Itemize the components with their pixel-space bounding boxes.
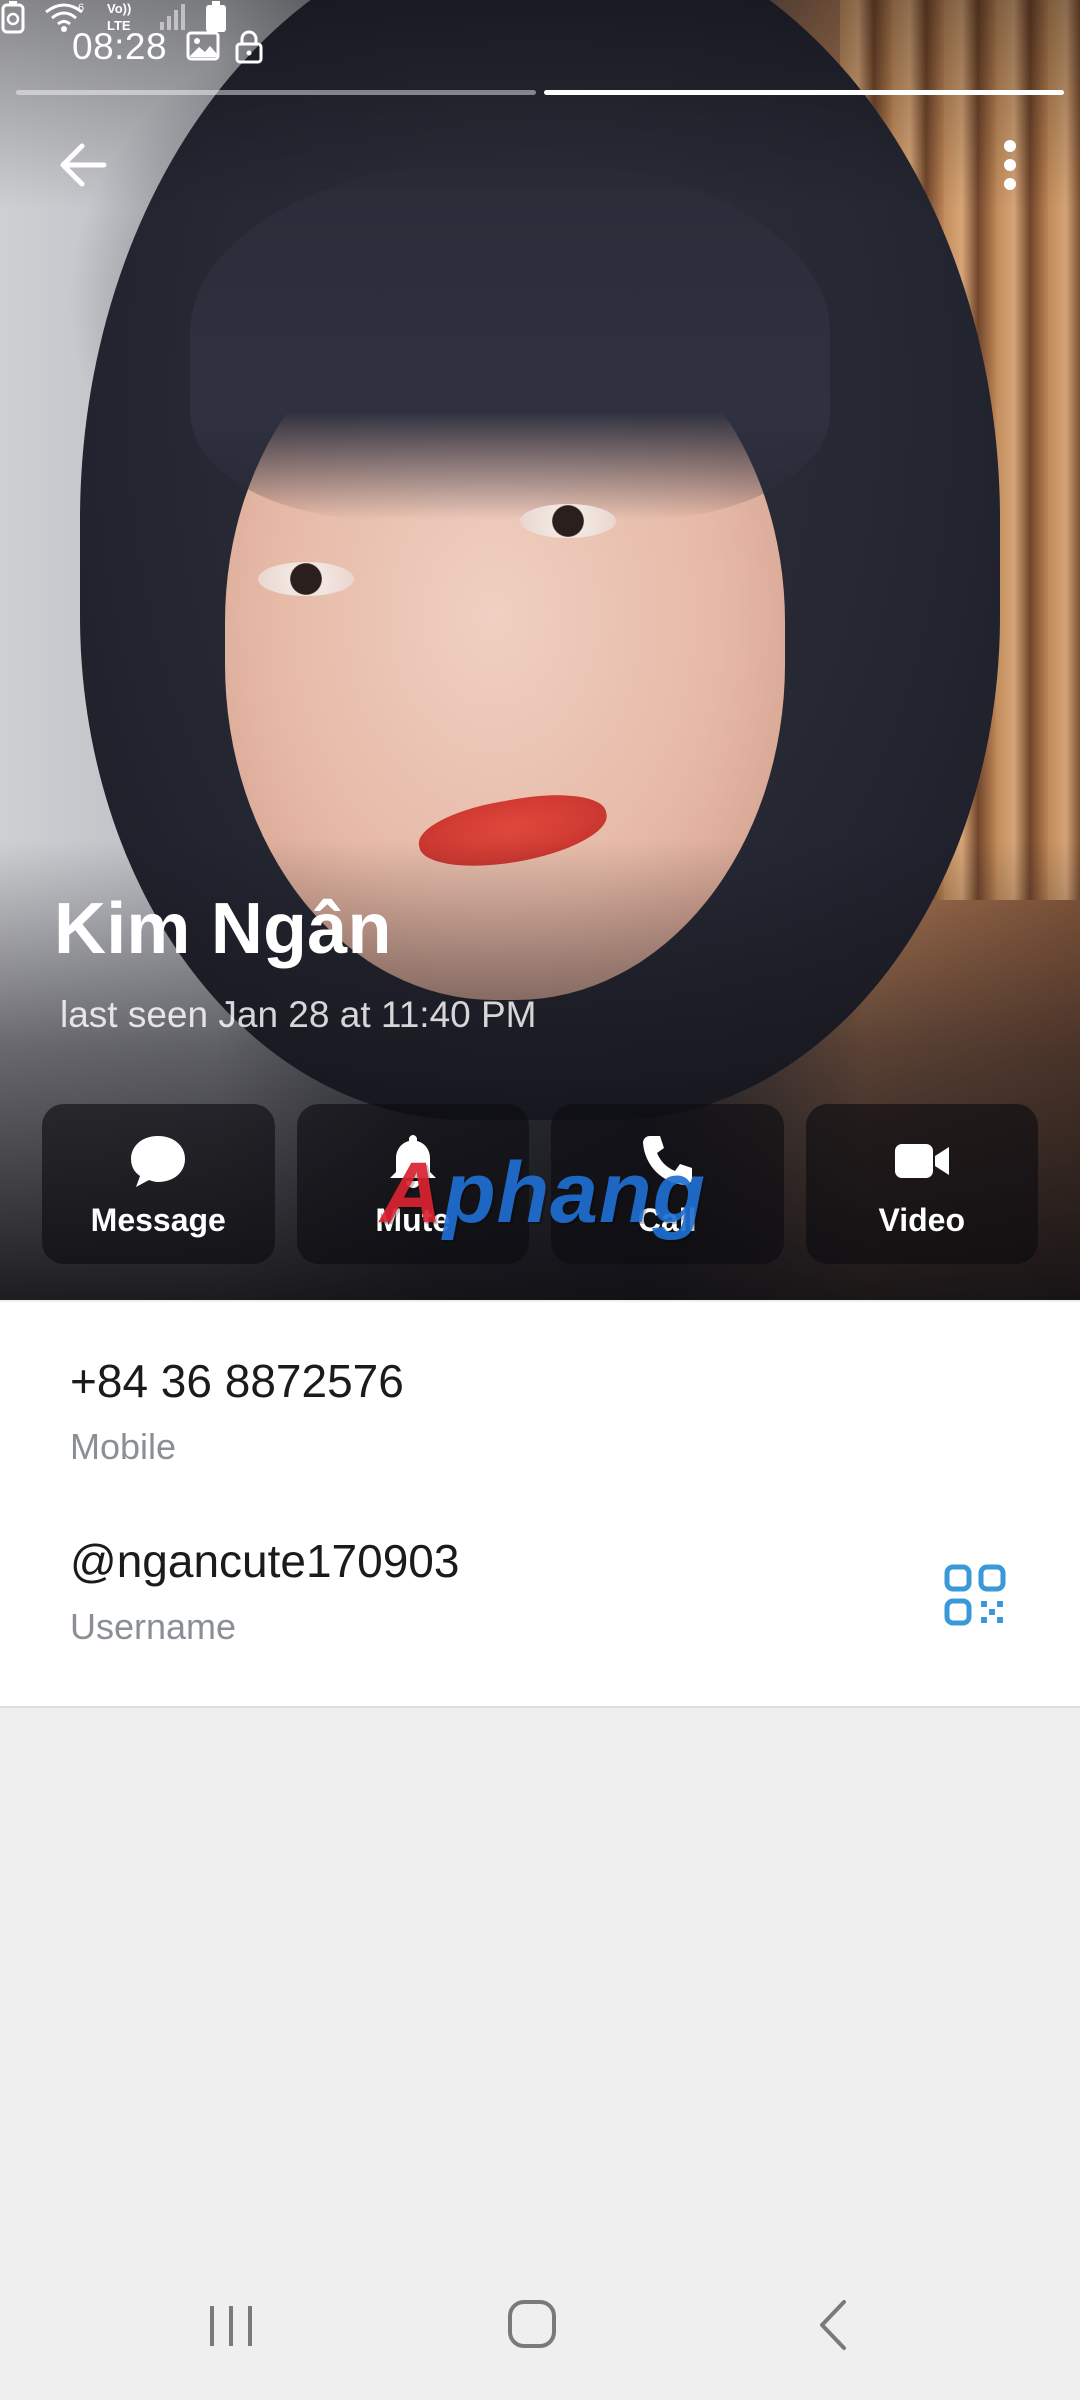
phone-label: Mobile <box>70 1426 177 1467</box>
arrow-left-icon <box>60 143 107 187</box>
home-button[interactable] <box>498 2290 568 2360</box>
qr-code-button[interactable] <box>944 1564 1006 1626</box>
svg-text:6: 6 <box>78 2 84 14</box>
back-button[interactable] <box>50 130 120 200</box>
lock-icon <box>234 30 264 69</box>
card-divider <box>0 1706 1080 1708</box>
video-button-label: Video <box>878 1201 966 1238</box>
recents-icon <box>210 2306 252 2346</box>
photo-progress-segment <box>16 90 536 95</box>
more-vertical-icon <box>1004 140 1016 190</box>
home-icon <box>508 2300 556 2348</box>
status-time: 08:28 <box>72 26 168 67</box>
message-bubble-icon <box>131 1135 186 1187</box>
qr-code-icon <box>944 1564 1006 1626</box>
watermark-first-letter: A <box>380 1145 444 1241</box>
gallery-icon <box>186 30 220 67</box>
status-bar: 08:28 6 Vo)) LTE <box>0 0 1080 90</box>
more-options-button[interactable] <box>980 130 1040 200</box>
watermark-rest: phang <box>443 1145 707 1241</box>
profile-name: Kim Ngân <box>54 889 392 969</box>
last-seen-status: last seen Jan 28 at 11:40 PM <box>60 994 537 1035</box>
username-row[interactable]: @ngancute170903 Username <box>70 1534 459 1648</box>
profile-screen: 08:28 6 Vo)) LTE Kim Ngân last seen Jan … <box>0 0 1080 2400</box>
data-saver-icon <box>0 0 26 39</box>
contact-info-card: +84 36 8872576 Mobile @ngancute170903 Us… <box>0 1302 1080 1706</box>
photo-eye-left <box>258 562 354 596</box>
phone-number: +84 36 8872576 <box>70 1355 404 1407</box>
message-button-label: Message <box>90 1201 226 1238</box>
photo-eye-right <box>520 504 616 538</box>
recents-button[interactable] <box>196 2290 266 2360</box>
phone-row[interactable]: +84 36 8872576 Mobile <box>70 1354 404 1468</box>
system-nav-bar <box>0 2250 1080 2400</box>
video-button[interactable]: Video <box>805 1104 1038 1264</box>
photo-progress-segment-active <box>544 90 1064 95</box>
username-label: Username <box>70 1606 237 1647</box>
svg-text:Vo)): Vo)) <box>107 1 131 16</box>
video-camera-icon <box>894 1143 949 1178</box>
username-value: @ngancute170903 <box>70 1535 460 1587</box>
photo-bangs <box>190 160 830 520</box>
chevron-left-icon <box>820 2300 846 2350</box>
photo-progress <box>16 90 1064 96</box>
watermark-logo: Aphang <box>380 1144 706 1243</box>
message-button[interactable]: Message <box>42 1104 275 1264</box>
nav-back-button[interactable] <box>800 2290 870 2360</box>
